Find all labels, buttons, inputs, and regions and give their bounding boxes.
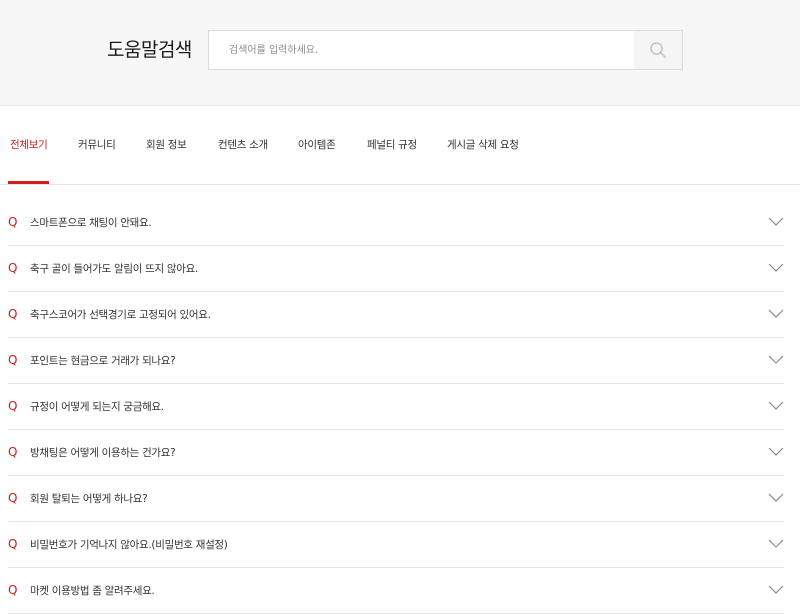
faq-question: 회원 탈퇴는 어떻게 하나요?	[30, 493, 148, 505]
faq-question: 스마트폰으로 채팅이 안돼요.	[30, 217, 152, 229]
chevron-down-icon[interactable]	[768, 493, 784, 503]
question-marker: Q	[8, 353, 18, 367]
tab-post-delete-request[interactable]: 게시글 삭제 요청	[447, 106, 519, 184]
tab-content-intro[interactable]: 컨텐츠 소개	[218, 106, 268, 184]
faq-item[interactable]: Q 축구 골이 들어가도 알림이 뜨지 않아요.	[8, 246, 784, 292]
faq-item[interactable]: Q 비밀번호가 기억나지 않아요.(비밀번호 재설정)	[8, 522, 784, 568]
search-input[interactable]	[209, 31, 635, 69]
faq-list: Q 스마트폰으로 채팅이 안돼요. Q 축구 골이 들어가도 알림이 뜨지 않아…	[8, 200, 784, 614]
faq-item[interactable]: Q 스마트폰으로 채팅이 안돼요.	[8, 200, 784, 246]
chevron-down-icon[interactable]	[768, 217, 784, 227]
search-icon	[650, 42, 666, 58]
tab-community[interactable]: 커뮤니티	[78, 106, 116, 184]
question-marker: Q	[8, 537, 18, 551]
chevron-down-icon[interactable]	[768, 539, 784, 549]
faq-question: 포인트는 현금으로 거래가 되나요?	[30, 355, 176, 367]
faq-question: 방채팅은 어떻게 이용하는 건가요?	[30, 447, 176, 459]
question-marker: Q	[8, 399, 18, 413]
faq-item[interactable]: Q 축구스코어가 선택경기로 고정되어 있어요.	[8, 292, 784, 338]
question-marker: Q	[8, 491, 18, 505]
faq-item[interactable]: Q 규정이 어떻게 되는지 궁금해요.	[8, 384, 784, 430]
question-marker: Q	[8, 261, 18, 275]
faq-question: 비밀번호가 기억나지 않아요.(비밀번호 재설정)	[30, 539, 228, 551]
faq-question: 규정이 어떻게 되는지 궁금해요.	[30, 401, 164, 413]
chevron-down-icon[interactable]	[768, 263, 784, 273]
question-marker: Q	[8, 583, 18, 597]
faq-item[interactable]: Q 마켓 이용방법 좀 알려주세요.	[8, 568, 784, 614]
chevron-down-icon[interactable]	[768, 309, 784, 319]
help-search-header: 도움말검색	[0, 0, 800, 106]
faq-question: 마켓 이용방법 좀 알려주세요.	[30, 585, 155, 597]
faq-item[interactable]: Q 포인트는 현금으로 거래가 되나요?	[8, 338, 784, 384]
active-tab-indicator	[8, 181, 49, 184]
tab-item-zone[interactable]: 아이템존	[298, 106, 336, 184]
chevron-down-icon[interactable]	[768, 585, 784, 595]
tab-penalty-rules[interactable]: 페널티 규정	[367, 106, 417, 184]
question-marker: Q	[8, 307, 18, 321]
tab-member-info[interactable]: 회원 정보	[146, 106, 187, 184]
tab-all[interactable]: 전체보기	[10, 106, 48, 184]
faq-question: 축구스코어가 선택경기로 고정되어 있어요.	[30, 309, 211, 321]
chevron-down-icon[interactable]	[768, 401, 784, 411]
question-marker: Q	[8, 445, 18, 459]
faq-item[interactable]: Q 방채팅은 어떻게 이용하는 건가요?	[8, 430, 784, 476]
category-tabs: 전체보기 커뮤니티 회원 정보 컨텐츠 소개 아이템존 페널티 규정 게시글 삭…	[0, 106, 800, 185]
chevron-down-icon[interactable]	[768, 447, 784, 457]
question-marker: Q	[8, 215, 18, 229]
faq-question: 축구 골이 들어가도 알림이 뜨지 않아요.	[30, 263, 198, 275]
search-box	[208, 30, 683, 70]
chevron-down-icon[interactable]	[768, 355, 784, 365]
faq-item[interactable]: Q 회원 탈퇴는 어떻게 하나요?	[8, 476, 784, 522]
search-button[interactable]	[634, 31, 682, 69]
page-title: 도움말검색	[107, 39, 192, 61]
